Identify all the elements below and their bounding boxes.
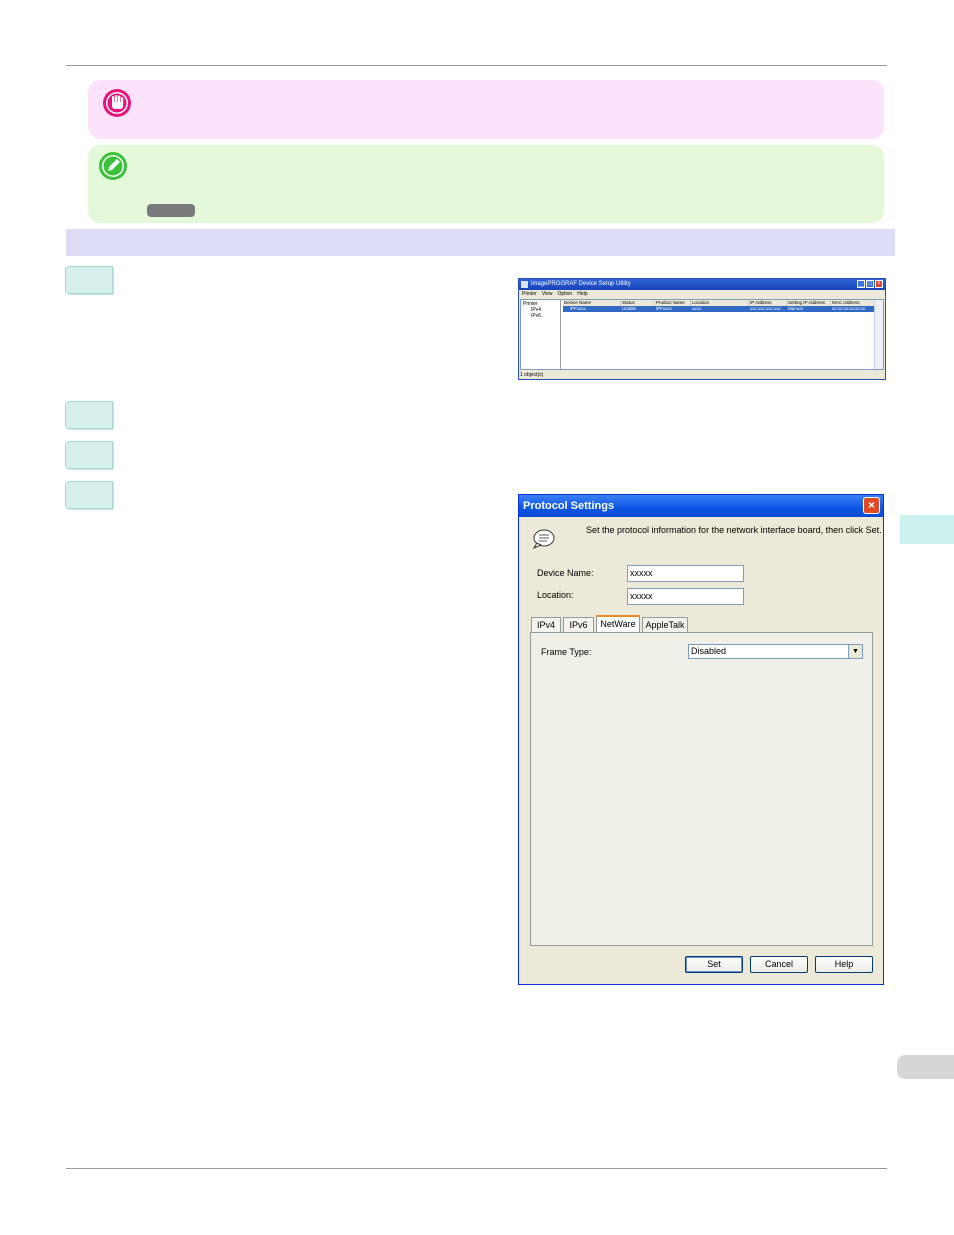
tab-panel: Frame Type: Disabled ▼: [530, 632, 873, 946]
location-field[interactable]: xxxxx: [627, 588, 744, 605]
step-1-box: [65, 266, 113, 294]
cell-setting-ip: Manual: [788, 306, 803, 311]
section-heading-bar: [66, 229, 895, 256]
hand-stop-icon: [103, 89, 131, 117]
cancel-button[interactable]: Cancel: [750, 956, 808, 973]
window-title-bar: imagePROGRAF Device Setup Utility _ □ ×: [519, 279, 885, 290]
tab-appletalk[interactable]: AppleTalk: [642, 617, 688, 632]
menu-help[interactable]: Help: [577, 290, 587, 298]
step-3-box: [65, 441, 113, 469]
cell-product-name: iPFxxxx: [656, 306, 672, 311]
step-4-box: [65, 481, 113, 509]
menu-view[interactable]: View: [542, 290, 553, 298]
device-name-label: Device Name:: [537, 568, 594, 578]
location-label: Location:: [537, 590, 574, 600]
close-icon[interactable]: ×: [875, 280, 883, 288]
maximize-icon[interactable]: □: [866, 280, 874, 288]
tab-netware[interactable]: NetWare: [596, 615, 640, 632]
cell-location: xxxx: [692, 306, 701, 311]
app-icon: [521, 281, 528, 288]
footer-rule: [66, 1168, 887, 1169]
page-side-tab[interactable]: [897, 1055, 954, 1079]
menu-printer[interactable]: Printer: [522, 290, 537, 298]
device-name-field[interactable]: xxxxx: [627, 565, 744, 582]
dialog-instruction: Set the protocol information for the net…: [586, 525, 882, 535]
reference-pill[interactable]: [147, 204, 195, 217]
step-2-box: [65, 401, 113, 429]
window-body: Printer IPv4 IPv6 Device Name Status Pro…: [520, 299, 884, 370]
cell-status: Usable: [622, 306, 637, 311]
cell-device-name: iPFxxxx: [570, 306, 586, 311]
header-rule: [66, 65, 887, 66]
protocol-settings-dialog: Protocol Settings × Set the protocol inf…: [518, 494, 884, 985]
tree-item-ipv6[interactable]: IPv6: [523, 313, 558, 319]
window-title: imagePROGRAF Device Setup Utility: [531, 281, 631, 287]
table-row[interactable]: iPFxxxx Usable iPFxxxx xxxx xxx.xxx.xxx.…: [563, 306, 875, 312]
tab-ipv6[interactable]: IPv6: [563, 617, 594, 632]
tab-ipv4[interactable]: IPv4: [531, 617, 561, 632]
cell-mac-address: xx:xx:xx:xx:xx:xx: [832, 306, 866, 311]
minimize-icon[interactable]: _: [857, 280, 865, 288]
dialog-title-bar: Protocol Settings ×: [519, 495, 883, 517]
pencil-icon: [99, 152, 127, 180]
menu-option[interactable]: Option: [557, 290, 572, 298]
status-bar: 1 object(s): [520, 372, 544, 378]
list-scrollbar[interactable]: [874, 300, 883, 369]
speech-bubble-icon: [532, 529, 555, 549]
tree-view: Printer IPv4 IPv6: [521, 300, 561, 369]
note-callout: [88, 145, 884, 223]
frame-type-select[interactable]: Disabled ▼: [688, 644, 863, 659]
close-icon[interactable]: ×: [863, 497, 880, 514]
menu-bar: Printer View Option Help: [519, 290, 885, 298]
cell-ip-address: xxx.xxx.xxx.xxx: [750, 306, 781, 311]
dialog-title: Protocol Settings: [523, 500, 615, 512]
help-button[interactable]: Help: [815, 956, 873, 973]
device-setup-utility-window: imagePROGRAF Device Setup Utility _ □ × …: [518, 278, 886, 380]
frame-type-value: Disabled: [691, 646, 727, 656]
frame-type-label: Frame Type:: [541, 647, 592, 657]
device-list: Device Name Status Product Name Location…: [563, 300, 875, 369]
important-callout: [88, 80, 884, 139]
chapter-side-tab[interactable]: [900, 515, 954, 544]
chevron-down-icon[interactable]: ▼: [848, 645, 862, 658]
set-button[interactable]: Set: [685, 956, 743, 973]
